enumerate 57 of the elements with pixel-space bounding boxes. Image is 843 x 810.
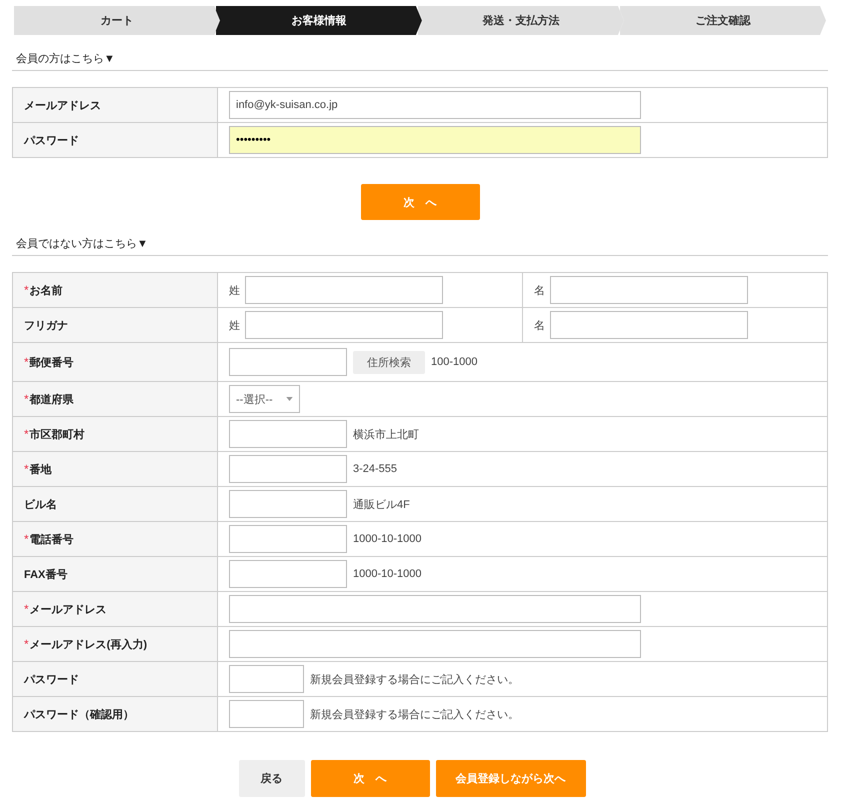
required-mark: * <box>24 355 29 369</box>
input-field[interactable] <box>550 276 748 304</box>
field-label: フリガナ <box>24 318 68 332</box>
required-mark: * <box>24 392 29 406</box>
input-field[interactable] <box>229 490 347 518</box>
field-label: メールアドレス <box>12 88 218 122</box>
input-field[interactable] <box>229 630 641 658</box>
hint-text: 1000-10-1000 <box>353 533 422 545</box>
input-field[interactable] <box>229 455 347 483</box>
field-label: 姓 <box>229 318 240 332</box>
input-field[interactable] <box>245 276 443 304</box>
field-label: ビル名 <box>24 498 57 512</box>
field-label: 名 <box>534 284 545 298</box>
hint-text: 新規会員登録する場合にご記入ください。 <box>310 708 519 722</box>
field-label: 都道府県 <box>30 392 74 406</box>
hint-text: 新規会員登録する場合にご記入ください。 <box>310 672 519 686</box>
hint-text: 横浜市上北町 <box>353 428 419 442</box>
field-label: 電話番号 <box>30 532 74 546</box>
input-field[interactable] <box>229 560 347 588</box>
field-label: パスワード（確認用） <box>24 708 134 722</box>
field-label: 姓 <box>229 284 240 298</box>
field-label: FAX番号 <box>24 568 68 582</box>
input-field[interactable] <box>229 595 641 623</box>
input-field[interactable] <box>229 700 304 728</box>
field-label: パスワード <box>12 122 218 158</box>
field-label: メールアドレス <box>30 602 107 616</box>
required-mark: * <box>24 532 29 546</box>
prefecture-select[interactable]: --選択-- <box>229 385 300 413</box>
field-label: 郵便番号 <box>30 356 74 370</box>
section-heading: 会員ではない方はこちら▼ <box>12 236 828 256</box>
hint-text: 100-1000 <box>431 356 478 368</box>
required-mark: * <box>24 427 29 441</box>
input-field[interactable] <box>550 311 748 339</box>
section-heading: 会員の方はこちら▼ <box>12 51 828 71</box>
field-label: お名前 <box>30 284 63 298</box>
input-field[interactable]: ••••••••• <box>229 126 641 154</box>
input-field[interactable] <box>229 525 347 553</box>
required-mark: * <box>24 602 29 616</box>
required-mark: * <box>24 283 29 297</box>
back-button[interactable]: 戻る <box>238 760 304 797</box>
input-field[interactable]: info@yk-suisan.co.jp <box>229 91 641 119</box>
caret-icon <box>286 397 293 401</box>
field-label: 番地 <box>30 462 52 476</box>
required-mark: * <box>24 637 29 651</box>
field-label: 名 <box>534 318 545 332</box>
input-field[interactable] <box>229 420 347 448</box>
field-label: メールアドレス(再入力) <box>30 638 147 652</box>
hint-text: 3-24-555 <box>353 463 398 475</box>
hint-text: 通販ビル4F <box>353 498 410 512</box>
field-label: パスワード <box>24 672 79 686</box>
required-mark: * <box>24 462 29 476</box>
hint-text: 1000-10-1000 <box>353 568 422 580</box>
input-field[interactable] <box>229 665 304 693</box>
input-field[interactable] <box>229 348 347 376</box>
address-search-button[interactable]: 住所検索 <box>353 350 425 374</box>
field-label: 市区郡町村 <box>30 428 85 442</box>
input-field[interactable] <box>245 311 443 339</box>
